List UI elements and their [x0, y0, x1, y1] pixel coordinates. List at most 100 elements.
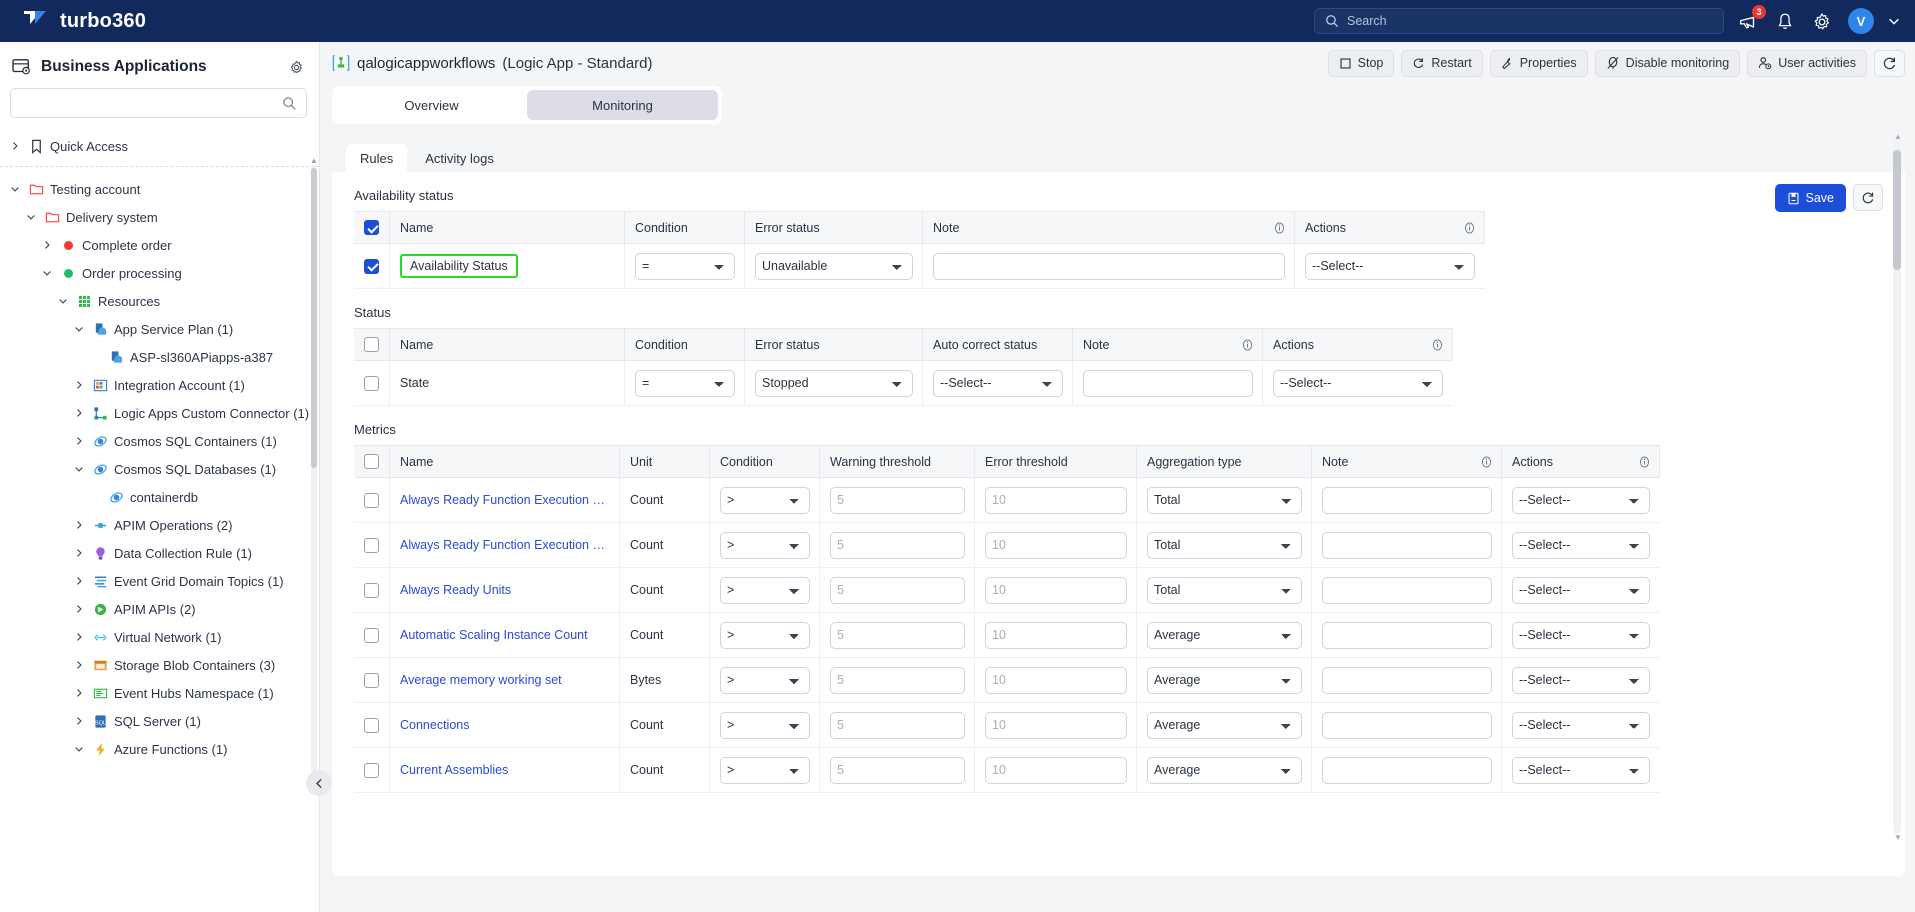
availability-select-all-checkbox[interactable] [364, 220, 379, 236]
metrics-aggregation-select[interactable]: Average [1147, 756, 1302, 784]
tree-item-containerdb[interactable]: containerdb [0, 483, 319, 511]
info-icon[interactable] [1480, 455, 1493, 468]
metrics-condition-select[interactable]: > [720, 531, 810, 559]
tree-item-order-processing[interactable]: Order processing [0, 259, 319, 287]
status-condition-select[interactable]: = [635, 369, 735, 397]
tree-caret-icon[interactable] [72, 547, 86, 559]
tree-caret-icon[interactable] [8, 140, 22, 152]
metrics-row-checkbox[interactable] [364, 672, 379, 688]
metrics-aggregation-select[interactable]: Average [1147, 666, 1302, 694]
metrics-row-checkbox[interactable] [364, 582, 379, 598]
metrics-action-select[interactable]: --Select-- [1512, 531, 1650, 559]
tree-item-app-service-plan-1[interactable]: App Service Plan (1) [0, 315, 319, 343]
availability-error-status-select[interactable]: Unavailable [755, 252, 913, 280]
metrics-row-checkbox[interactable] [364, 717, 379, 733]
megaphone-icon[interactable]: 3 [1737, 5, 1766, 33]
metrics-aggregation-select[interactable]: Average [1147, 711, 1302, 739]
gear-icon[interactable] [1811, 9, 1835, 33]
search-icon[interactable] [282, 96, 297, 111]
metrics-note-input[interactable] [1322, 576, 1492, 604]
metrics-condition-select[interactable]: > [720, 756, 810, 784]
metrics-note-input[interactable] [1322, 756, 1492, 784]
tree-caret-icon[interactable] [56, 295, 70, 307]
global-search-input[interactable]: Search [1314, 8, 1724, 34]
tree-caret-icon[interactable] [24, 211, 38, 223]
panel-refresh-button[interactable] [1853, 184, 1883, 211]
error-threshold-input[interactable] [985, 486, 1127, 514]
tree-caret-icon[interactable] [40, 267, 54, 279]
tree-item-logic-apps-custom-connector-1[interactable]: Logic Apps Custom Connector (1) [0, 399, 319, 427]
tree-caret-icon[interactable] [72, 715, 86, 727]
info-icon[interactable] [1431, 338, 1444, 351]
tree-caret-icon[interactable] [72, 575, 86, 587]
bell-icon[interactable] [1774, 9, 1798, 33]
tree-item-quick-access[interactable]: Quick Access [0, 132, 319, 160]
info-icon[interactable] [1273, 221, 1286, 234]
tree-caret-icon[interactable] [72, 743, 86, 755]
sidebar-scrollbar[interactable]: ▲ ▼ [310, 156, 318, 792]
error-threshold-input[interactable] [985, 621, 1127, 649]
tree-item-integration-account-1[interactable]: Integration Account (1) [0, 371, 319, 399]
metrics-action-select[interactable]: --Select-- [1512, 486, 1650, 514]
tree-caret-icon[interactable] [40, 239, 54, 251]
metrics-aggregation-select[interactable]: Total [1147, 486, 1302, 514]
tree-item-storage-blob-containers-3[interactable]: Storage Blob Containers (3) [0, 651, 319, 679]
tree-item-data-collection-rule-1[interactable]: Data Collection Rule (1) [0, 539, 319, 567]
panel-scrollbar[interactable]: ▲ ▼ [1893, 134, 1902, 842]
metrics-row-checkbox[interactable] [364, 537, 379, 553]
availability-note-input[interactable] [933, 252, 1285, 280]
tree-caret-icon[interactable] [72, 379, 86, 391]
brand[interactable]: turbo360 [14, 9, 146, 33]
metric-name-link[interactable]: Average memory working set [400, 673, 610, 687]
warning-threshold-input[interactable] [830, 621, 965, 649]
tab-overview[interactable]: Overview [336, 90, 527, 120]
tree-caret-icon[interactable] [72, 603, 86, 615]
status-auto-correct-select[interactable]: --Select-- [933, 369, 1063, 397]
subtab-rules[interactable]: Rules [346, 144, 408, 172]
metrics-condition-select[interactable]: > [720, 486, 810, 514]
tab-monitoring[interactable]: Monitoring [527, 90, 718, 120]
metrics-action-select[interactable]: --Select-- [1512, 756, 1650, 784]
info-icon[interactable] [1241, 338, 1254, 351]
tree-caret-icon[interactable] [72, 631, 86, 643]
stop-button[interactable]: Stop [1327, 49, 1395, 77]
warning-threshold-input[interactable] [830, 486, 965, 514]
tree-item-event-hubs-namespace-1[interactable]: Event Hubs Namespace (1) [0, 679, 319, 707]
metrics-action-select[interactable]: --Select-- [1512, 711, 1650, 739]
tree-caret-icon[interactable] [72, 687, 86, 699]
metric-name-link[interactable]: Connections [400, 718, 610, 732]
metrics-note-input[interactable] [1322, 531, 1492, 559]
tree-item-azure-functions-1[interactable]: Azure Functions (1) [0, 735, 319, 763]
availability-condition-select[interactable]: = [635, 252, 735, 280]
status-error-status-select[interactable]: Stopped [755, 369, 913, 397]
metrics-note-input[interactable] [1322, 621, 1492, 649]
warning-threshold-input[interactable] [830, 756, 965, 784]
error-threshold-input[interactable] [985, 711, 1127, 739]
user-activities-button[interactable]: User activities [1747, 49, 1867, 77]
metrics-action-select[interactable]: --Select-- [1512, 621, 1650, 649]
tree-caret-icon[interactable] [72, 435, 86, 447]
metrics-condition-select[interactable]: > [720, 711, 810, 739]
subtab-activity-logs[interactable]: Activity logs [411, 144, 508, 172]
availability-row-checkbox[interactable] [364, 258, 379, 274]
tree-item-cosmos-sql-databases-1[interactable]: Cosmos SQL Databases (1) [0, 455, 319, 483]
error-threshold-input[interactable] [985, 576, 1127, 604]
warning-threshold-input[interactable] [830, 576, 965, 604]
warning-threshold-input[interactable] [830, 711, 965, 739]
metrics-row-checkbox[interactable] [364, 627, 379, 643]
tree-item-delivery-system[interactable]: Delivery system [0, 203, 319, 231]
metrics-action-select[interactable]: --Select-- [1512, 576, 1650, 604]
tree-item-testing-account[interactable]: Testing account [0, 175, 319, 203]
metrics-note-input[interactable] [1322, 666, 1492, 694]
metric-name-link[interactable]: Always Ready Function Execution … [400, 538, 610, 552]
metric-name-link[interactable]: Always Ready Units [400, 583, 610, 597]
tree-item-apim-operations-2[interactable]: APIM Operations (2) [0, 511, 319, 539]
status-select-all-checkbox[interactable] [364, 337, 379, 353]
metric-name-link[interactable]: Current Assemblies [400, 763, 610, 777]
metrics-row-checkbox[interactable] [364, 762, 379, 778]
disable-monitoring-button[interactable]: Disable monitoring [1594, 49, 1741, 77]
tree-item-virtual-network-1[interactable]: Virtual Network (1) [0, 623, 319, 651]
metrics-aggregation-select[interactable]: Total [1147, 576, 1302, 604]
metrics-note-input[interactable] [1322, 486, 1492, 514]
metrics-note-input[interactable] [1322, 711, 1492, 739]
